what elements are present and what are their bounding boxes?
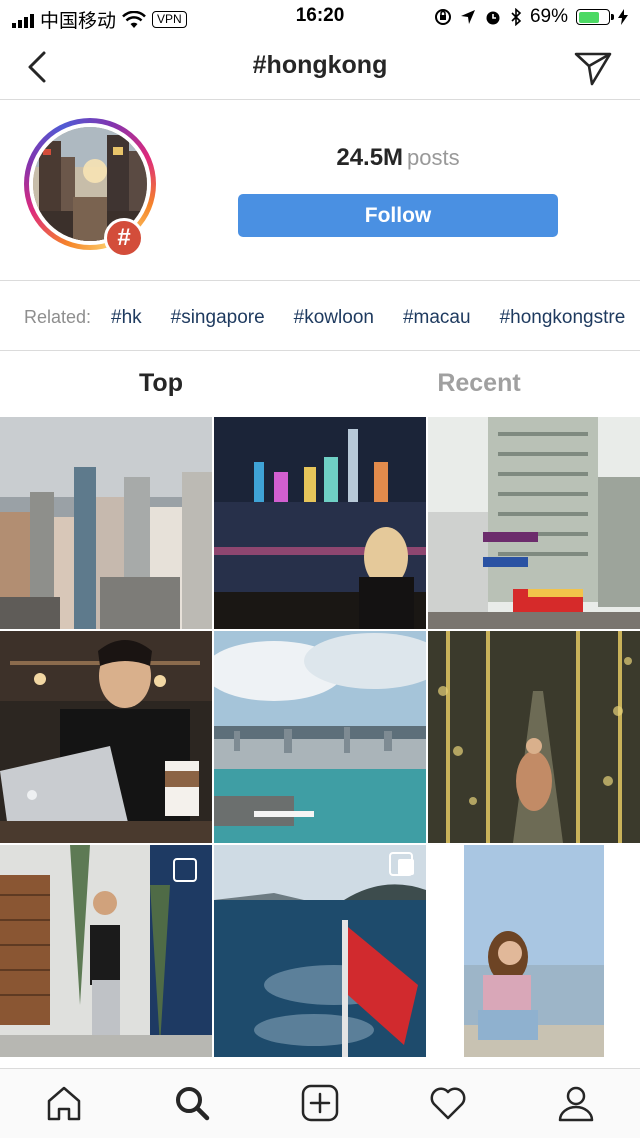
hashtag-title: #hongkong: [252, 51, 388, 79]
heart-icon[interactable]: [428, 1083, 468, 1123]
status-right: 69%: [434, 6, 628, 28]
post-thumbnail[interactable]: [428, 417, 640, 629]
orientation-lock-icon: [434, 9, 451, 25]
send-icon[interactable]: [572, 46, 614, 88]
hashtag-header: # 24.5M posts Follow: [0, 100, 640, 281]
search-icon[interactable]: [172, 1083, 212, 1123]
post-thumbnail[interactable]: [214, 845, 426, 1057]
posts-count-label: posts: [407, 145, 460, 170]
post-thumbnail[interactable]: [0, 845, 212, 1057]
post-thumbnail[interactable]: [214, 417, 426, 629]
related-tag-list: #hk #singapore #kowloon #macau #hongkong…: [111, 307, 625, 329]
post-grid: [0, 417, 640, 1068]
navigation-bar: #hongkong: [0, 34, 640, 100]
post-thumbnail[interactable]: [0, 417, 212, 629]
post-thumbnail[interactable]: [0, 631, 212, 843]
location-icon: [460, 10, 475, 24]
profile-icon[interactable]: [556, 1083, 596, 1123]
follow-button[interactable]: Follow: [238, 194, 558, 237]
related-tag[interactable]: #kowloon: [294, 307, 374, 329]
related-tag[interactable]: #hk: [111, 307, 142, 329]
battery-icon: [576, 9, 614, 25]
related-tag[interactable]: #macau: [403, 307, 471, 329]
related-tag[interactable]: #hongkongstre: [500, 307, 626, 329]
add-post-icon[interactable]: [300, 1083, 340, 1123]
tab-top[interactable]: Top: [0, 369, 322, 398]
post-thumbnail[interactable]: [214, 631, 426, 843]
post-thumbnail[interactable]: [428, 631, 640, 843]
related-tag[interactable]: #singapore: [171, 307, 265, 329]
related-hashtags: Related: #hk #singapore #kowloon #macau …: [0, 281, 640, 351]
related-label: Related:: [24, 307, 92, 327]
charging-icon: [618, 9, 628, 25]
posts-count: 24.5M posts: [238, 144, 558, 172]
home-icon[interactable]: [44, 1083, 84, 1123]
status-bar: 中国移动 VPN 16:20 69%: [0, 0, 640, 34]
bluetooth-icon: [511, 8, 522, 26]
alarm-icon: [486, 11, 500, 25]
hashtag-badge: #: [104, 218, 144, 258]
feed-tabs: Top Recent: [0, 351, 640, 417]
bottom-tab-bar: [0, 1068, 640, 1138]
battery-percent: 69%: [529, 6, 568, 27]
post-thumbnail[interactable]: [428, 845, 640, 1057]
tab-recent[interactable]: Recent: [318, 369, 640, 398]
posts-count-number: 24.5M: [336, 144, 404, 171]
